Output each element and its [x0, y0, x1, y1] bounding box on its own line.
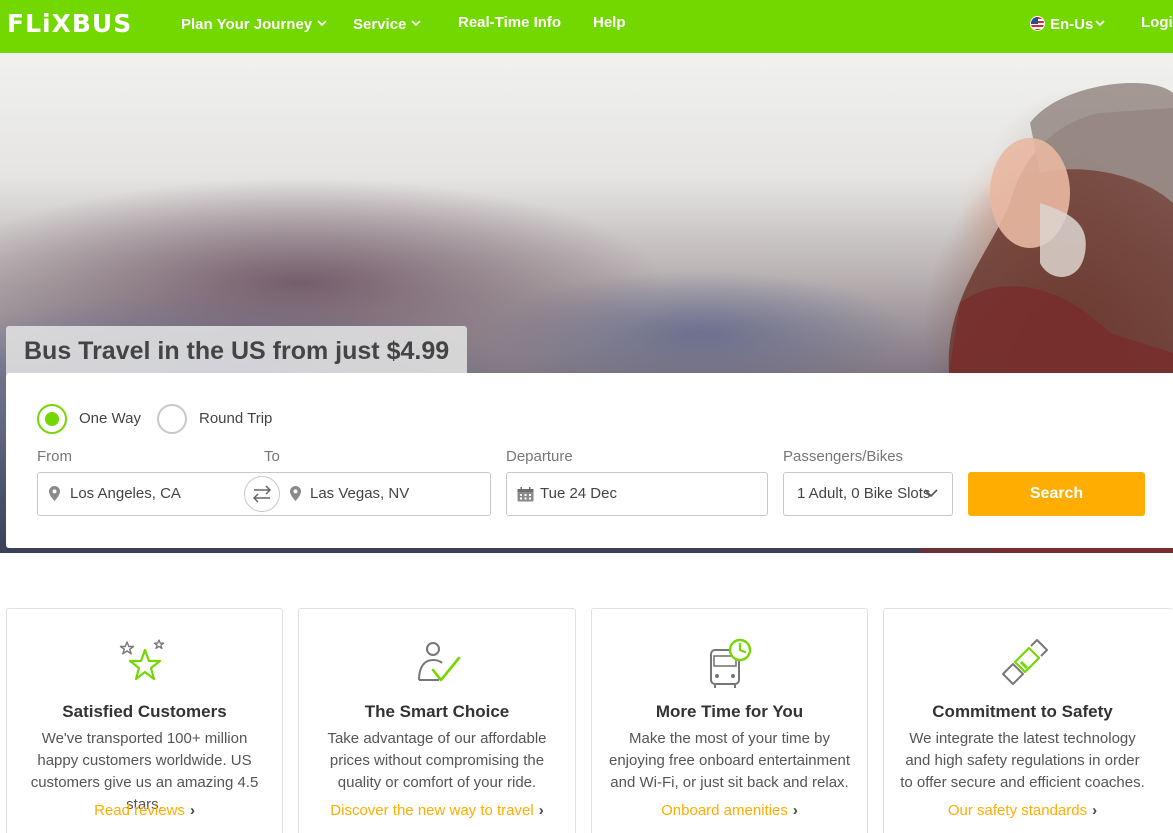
to-label: To — [264, 448, 280, 465]
to-input[interactable]: Las Vegas, NV — [262, 472, 491, 516]
swap-direction-button[interactable] — [244, 476, 280, 512]
card-title: The Smart Choice — [364, 702, 510, 721]
link-label: Discover the new way to travel — [330, 802, 534, 819]
chevron-down-icon — [317, 14, 327, 31]
from-input[interactable]: Los Angeles, CA — [37, 472, 263, 516]
feature-card: The Smart Choice Take advantage of our a… — [298, 608, 576, 833]
stars-icon — [119, 639, 164, 681]
chevron-down-icon — [1095, 14, 1105, 31]
nav-item-label: Help — [593, 14, 626, 31]
link-label: Our safety standards — [947, 802, 1088, 819]
language-selector[interactable]: En-Us — [1030, 14, 1105, 33]
chevron-right-icon: › — [792, 802, 798, 819]
nav-help[interactable]: Help — [593, 14, 626, 31]
feature-card: More Time for You Make the most of your … — [591, 608, 868, 833]
us-flag-icon — [1030, 16, 1045, 31]
nav-item-label: Plan Your Journey — [181, 16, 313, 33]
to-value: Las Vegas, NV — [310, 485, 410, 502]
onboard-amenities-link[interactable]: Onboard amenities › — [592, 802, 867, 819]
passengers-select[interactable]: 1 Adult, 0 Bike Slots — [783, 472, 953, 516]
nav-service[interactable]: Service — [353, 14, 422, 33]
card-text: Make the most of your time by enjoying f… — [609, 730, 850, 791]
bus-clock-icon — [709, 638, 751, 688]
passengers-value: 1 Adult, 0 Bike Slots — [797, 485, 931, 502]
card-title: More Time for You — [655, 702, 804, 721]
discover-link[interactable]: Discover the new way to travel › — [299, 802, 575, 819]
language-label: En-Us — [1050, 16, 1094, 33]
card-text: Take advantage of our affordable prices … — [327, 730, 547, 791]
chevron-right-icon: › — [1092, 802, 1098, 819]
swap-arrows-icon — [252, 485, 272, 503]
person-check-icon — [418, 642, 461, 682]
read-reviews-link[interactable]: Read reviews › — [7, 802, 282, 819]
calendar-icon — [517, 487, 534, 502]
nav-item-label: Service — [353, 16, 407, 33]
card-text: We integrate the latest technology and h… — [900, 730, 1145, 791]
card-title: Commitment to Safety — [932, 702, 1113, 721]
feature-card: Commitment to Safety We integrate the la… — [883, 608, 1173, 833]
one-way-radio[interactable] — [37, 404, 67, 434]
departure-value: Tue 24 Dec — [540, 485, 617, 502]
hero-headline: Bus Travel in the US from just $4.99 — [6, 326, 468, 376]
chevron-down-icon — [924, 489, 938, 498]
chevron-down-icon — [411, 14, 422, 31]
departure-date-input[interactable]: Tue 24 Dec — [506, 472, 768, 516]
link-label: Onboard amenities — [661, 802, 788, 819]
nav-real-time-info[interactable]: Real-Time Info — [458, 14, 561, 31]
flixbus-logo[interactable]: FLiXBUS — [7, 9, 132, 38]
location-pin-icon — [49, 486, 60, 501]
search-panel: One Way Round Trip From To Departure Pas… — [6, 373, 1173, 548]
seatbelt-icon — [1001, 639, 1048, 685]
nav-plan-your-journey[interactable]: Plan Your Journey — [181, 14, 327, 33]
round-trip-label[interactable]: Round Trip — [199, 410, 272, 427]
top-navigation: FLiXBUS Plan Your Journey Service Real-T… — [0, 0, 1173, 53]
login-link[interactable]: Login — [1141, 14, 1173, 31]
passengers-label: Passengers/Bikes — [783, 448, 904, 465]
search-button[interactable]: Search — [968, 472, 1145, 516]
chevron-right-icon: › — [189, 802, 195, 819]
card-title: Satisfied Customers — [62, 702, 227, 721]
nav-item-label: Real-Time Info — [458, 14, 562, 31]
one-way-label[interactable]: One Way — [79, 410, 141, 427]
from-label: From — [37, 448, 72, 465]
from-value: Los Angeles, CA — [70, 485, 181, 502]
round-trip-radio[interactable] — [157, 404, 187, 434]
link-label: Read reviews — [94, 802, 185, 819]
chevron-right-icon: › — [538, 802, 544, 819]
safety-standards-link[interactable]: Our safety standards › — [884, 802, 1161, 819]
feature-card: Satisfied Customers We've transported 10… — [6, 608, 283, 833]
departure-label: Departure — [506, 448, 573, 465]
location-pin-icon — [290, 486, 301, 501]
